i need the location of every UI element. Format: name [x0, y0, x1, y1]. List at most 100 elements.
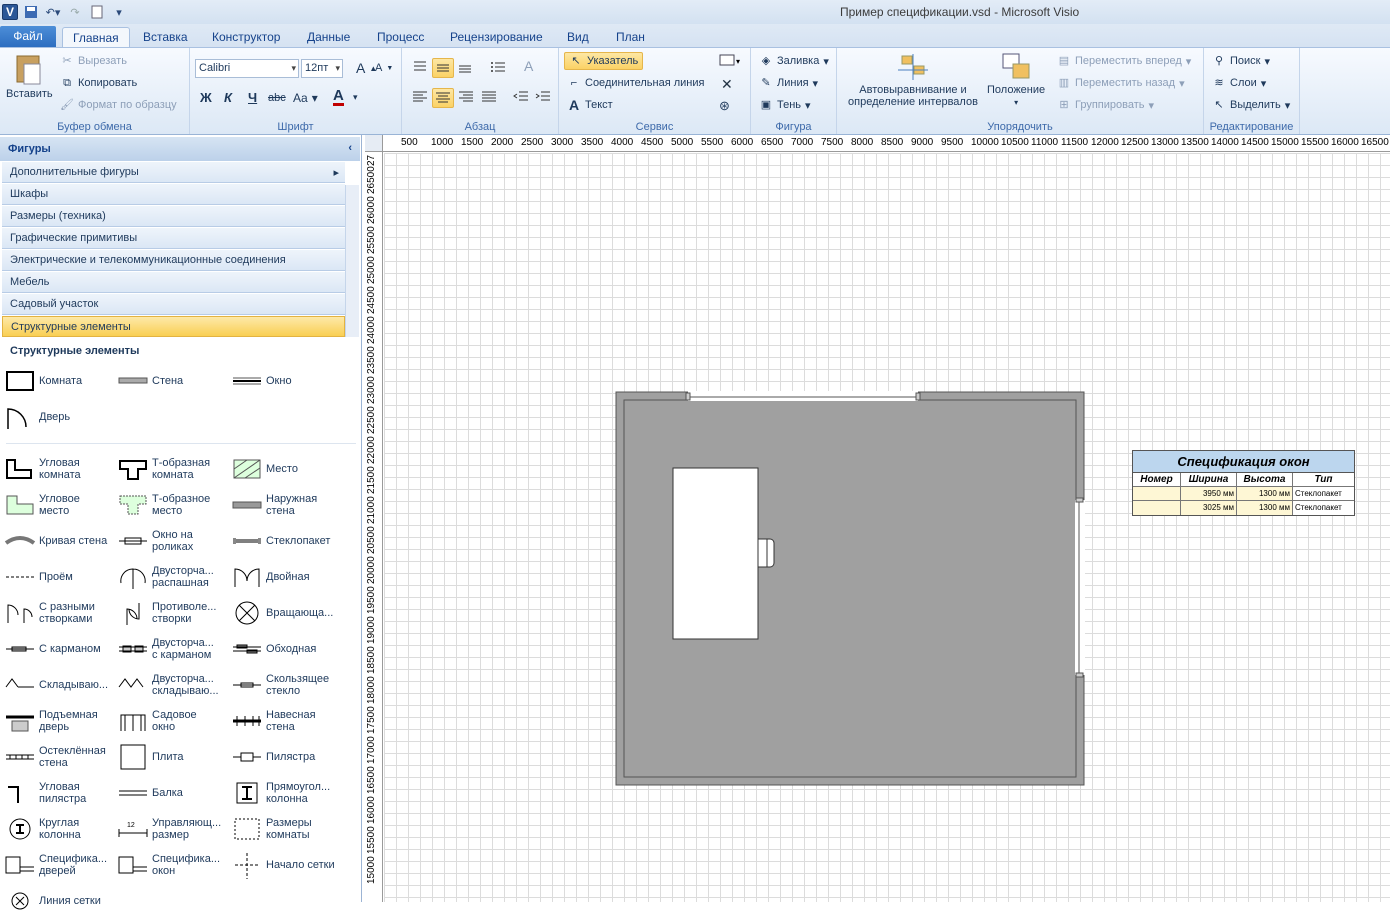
shape-master[interactable]: Место: [231, 455, 298, 483]
close-tool-icon[interactable]: ✕: [721, 76, 733, 93]
align-center-icon[interactable]: [432, 88, 454, 108]
shape-master[interactable]: Угловая комната: [4, 455, 81, 483]
horizontal-ruler[interactable]: 500 1000 1500 2000 2500 3000 3500 4000 4500 5000 5…: [383, 135, 1390, 152]
tab-data[interactable]: Данные: [297, 27, 360, 48]
stencil-item-electrical[interactable]: Электрические и телекоммуникационные сое…: [2, 250, 345, 271]
shape-master[interactable]: С разными створками: [4, 599, 95, 627]
redo-icon[interactable]: ↷: [66, 3, 84, 21]
shape-master[interactable]: Специфика... дверей: [4, 851, 107, 879]
window-top[interactable]: [685, 391, 921, 401]
shape-master[interactable]: Подъемная дверь: [4, 707, 98, 735]
strikethrough-button[interactable]: abc: [268, 92, 286, 104]
shape-master[interactable]: Скользящее стекло: [231, 671, 329, 699]
shape-master[interactable]: Линия сетки: [4, 887, 101, 915]
shape-master[interactable]: Пилястра: [231, 743, 315, 771]
shape-master[interactable]: Стена: [117, 367, 183, 395]
shape-master[interactable]: Кривая стена: [4, 527, 107, 555]
stencil-item-dimensions[interactable]: Размеры (техника): [2, 206, 345, 227]
vertical-ruler[interactable]: 27 26500 26000 25500 25000 24500 24000 23500 230…: [365, 152, 383, 902]
tab-home[interactable]: Главная: [62, 27, 130, 48]
undo-icon[interactable]: ↶▾: [44, 3, 62, 21]
tab-view[interactable]: Вид: [557, 27, 599, 48]
shape-master[interactable]: Складываю...: [4, 671, 108, 699]
visio-logo-icon[interactable]: V: [2, 4, 18, 20]
group-button[interactable]: ⊞ Группировать ▾: [1057, 98, 1154, 112]
stencil-item-furniture[interactable]: Мебель: [2, 272, 345, 293]
shape-master[interactable]: Двусторча... распашная: [117, 563, 214, 591]
shape-master[interactable]: 12 Управляющ... размер: [117, 815, 221, 843]
shape-master[interactable]: Т-образная комната: [117, 455, 210, 483]
align-bottom-icon[interactable]: [457, 60, 473, 74]
shape-master[interactable]: Угловое место: [4, 491, 80, 519]
shape-master[interactable]: Остеклённая стена: [4, 743, 106, 771]
shape-master[interactable]: Стеклопакет: [231, 527, 330, 555]
format-painter-button[interactable]: 🖌 Формат по образцу: [60, 98, 177, 112]
customize-qat-icon[interactable]: ▾: [110, 3, 128, 21]
collapse-pane-icon[interactable]: ‹: [348, 142, 352, 154]
shape-master[interactable]: Навесная стена: [231, 707, 316, 735]
connector-tool-button[interactable]: ⌐ Соединительная линия: [567, 76, 705, 90]
align-left-icon[interactable]: [412, 90, 428, 104]
text-direction-icon[interactable]: A: [524, 58, 533, 74]
shape-master[interactable]: Угловая пилястра: [4, 779, 86, 807]
align-top-icon[interactable]: [412, 60, 428, 74]
increase-indent-icon[interactable]: [535, 90, 551, 104]
shrink-font-icon[interactable]: A ▼: [375, 62, 393, 74]
window-right[interactable]: [1075, 497, 1085, 678]
align-right-icon[interactable]: [458, 90, 474, 104]
tab-review[interactable]: Рецензирование: [440, 27, 553, 48]
tab-file[interactable]: Файл: [0, 26, 56, 48]
select-button[interactable]: ↖ Выделить ▾: [1212, 98, 1290, 112]
new-icon[interactable]: [88, 3, 106, 21]
decrease-indent-icon[interactable]: [513, 90, 529, 104]
shape-master[interactable]: Двусторча... с карманом: [117, 635, 214, 663]
stencil-item-more-shapes[interactable]: Дополнительные фигуры ▸: [2, 162, 345, 183]
shape-master[interactable]: Окно на роликах: [117, 527, 193, 555]
tab-process[interactable]: Процесс: [367, 27, 434, 48]
text-tool-button[interactable]: A Текст: [567, 98, 613, 112]
font-size-select[interactable]: 12пт: [301, 59, 343, 78]
font-color-dropdown-icon[interactable]: ▾: [353, 92, 358, 103]
stencil-scrollbar[interactable]: [345, 185, 359, 337]
italic-button[interactable]: К: [224, 90, 232, 105]
shape-master[interactable]: Садовое окно: [117, 707, 197, 735]
copy-button[interactable]: ⧉ Копировать: [60, 76, 137, 90]
stencil-item-cabinets[interactable]: Шкафы: [2, 184, 345, 205]
shape-master[interactable]: Размеры комнаты: [231, 815, 312, 843]
drawing-canvas[interactable]: [384, 153, 1390, 902]
position-button[interactable]: Положение ▾: [987, 52, 1045, 107]
line-button[interactable]: ✎ Линия ▾: [759, 76, 818, 90]
send-backward-button[interactable]: ▥ Переместить назад ▾: [1057, 76, 1185, 90]
shape-master[interactable]: Наружная стена: [231, 491, 317, 519]
shape-master[interactable]: Круглая колонна: [4, 815, 81, 843]
underline-button[interactable]: Ч: [248, 90, 257, 105]
shape-master[interactable]: Окно: [231, 367, 292, 395]
font-color-button[interactable]: A: [333, 88, 344, 106]
connection-point-icon[interactable]: ⊛: [719, 98, 730, 114]
shape-master[interactable]: Плита: [117, 743, 184, 771]
shape-master[interactable]: С карманом: [4, 635, 101, 663]
shape-master[interactable]: Обходная: [231, 635, 316, 663]
auto-align-button[interactable]: Автовыравнивание и определение интервало…: [843, 52, 983, 108]
font-family-select[interactable]: Calibri: [195, 59, 299, 78]
shadow-button[interactable]: ▣ Тень ▾: [759, 98, 811, 112]
align-middle-icon[interactable]: [432, 58, 454, 78]
shape-master[interactable]: Вращающа...: [231, 599, 333, 627]
shape-master[interactable]: Т-образное место: [117, 491, 210, 519]
shape-master[interactable]: Комната: [4, 367, 82, 395]
rectangle-tool-icon[interactable]: ▾: [719, 54, 741, 66]
shape-master[interactable]: Дверь: [4, 403, 70, 431]
bold-button[interactable]: Ж: [200, 90, 212, 105]
justify-icon[interactable]: [481, 90, 497, 104]
bring-forward-button[interactable]: ▤ Переместить вперед ▾: [1057, 54, 1192, 68]
shape-master[interactable]: Специфика... окон: [117, 851, 220, 879]
stencil-item-primitives[interactable]: Графические примитивы: [2, 228, 345, 249]
stencil-item-structural[interactable]: Структурные элементы: [2, 316, 345, 337]
shape-master[interactable]: Проём: [4, 563, 73, 591]
change-case-button[interactable]: Aa ▾: [293, 91, 318, 105]
bullets-icon[interactable]: [490, 60, 506, 74]
shape-master[interactable]: Начало сетки: [231, 851, 335, 879]
paste-button[interactable]: Вставить: [6, 52, 53, 100]
cut-button[interactable]: ✂ Вырезать: [60, 54, 127, 68]
shape-master[interactable]: Двойная: [231, 563, 310, 591]
